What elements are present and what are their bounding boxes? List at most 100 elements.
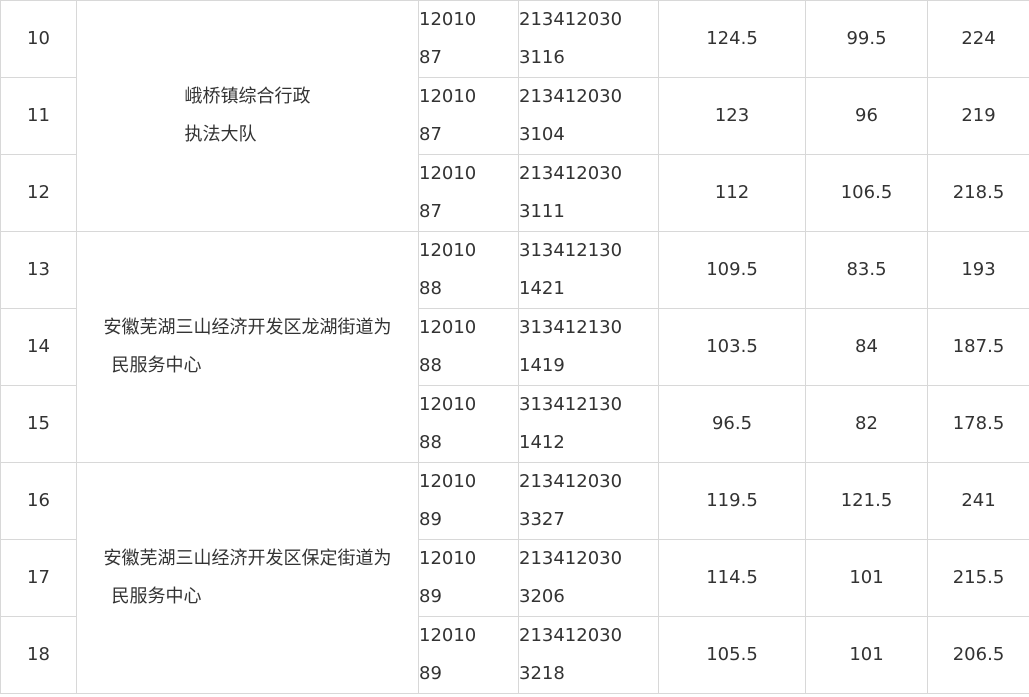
total-score: 224 — [927, 0, 1029, 78]
row-number: 14 — [0, 308, 77, 386]
row-number: 11 — [0, 77, 77, 155]
row-number: 12 — [0, 154, 77, 232]
ticket-number-line1: 213412030 — [519, 548, 623, 569]
job-code-line1: 12010 — [419, 240, 477, 261]
unit-name-cell: 安徽芜湖三山经济开发区保定街道为 民服务中心 — [76, 462, 419, 694]
written-score: 103.5 — [658, 308, 806, 386]
ticket-number-cell: 213412030 3327 — [518, 462, 659, 540]
job-code-line1: 12010 — [419, 548, 477, 569]
ticket-number-cell: 213412030 3116 — [518, 0, 659, 78]
unit-name-line1: 峨桥镇综合行政 — [184, 86, 311, 107]
interview-score: 84 — [805, 308, 928, 386]
job-code-cell: 12010 88 — [418, 385, 519, 463]
ticket-number-cell: 313412130 1421 — [518, 231, 659, 309]
job-code-cell: 12010 89 — [418, 539, 519, 617]
job-code-cell: 12010 87 — [418, 0, 519, 78]
total-score: 193 — [927, 231, 1029, 309]
job-code-line2: 88 — [419, 355, 442, 376]
ticket-number-line1: 213412030 — [519, 625, 623, 646]
written-score: 105.5 — [658, 616, 806, 694]
ticket-number-line1: 213412030 — [519, 9, 623, 30]
written-score: 114.5 — [658, 539, 806, 617]
job-code-line2: 88 — [419, 432, 442, 453]
unit-name-cell: 峨桥镇综合行政 执法大队 — [76, 0, 419, 232]
job-code-line1: 12010 — [419, 9, 477, 30]
results-table: 10 峨桥镇综合行政 执法大队 12010 87 213412030 3116 12… — [0, 0, 1029, 694]
interview-score: 96 — [805, 77, 928, 155]
ticket-number-cell: 213412030 3218 — [518, 616, 659, 694]
job-code-line1: 12010 — [419, 625, 477, 646]
ticket-number-line2: 3116 — [519, 47, 565, 68]
ticket-number-line1: 313412130 — [519, 240, 623, 261]
job-code-line1: 12010 — [419, 317, 477, 338]
ticket-number-line2: 3206 — [519, 586, 565, 607]
written-score: 112 — [658, 154, 806, 232]
interview-score: 121.5 — [805, 462, 928, 540]
row-number: 16 — [0, 462, 77, 540]
interview-score: 101 — [805, 539, 928, 617]
ticket-number-line2: 1419 — [519, 355, 565, 376]
job-code-line1: 12010 — [419, 471, 477, 492]
ticket-number-cell: 313412130 1419 — [518, 308, 659, 386]
ticket-number-line1: 213412030 — [519, 163, 623, 184]
written-score: 124.5 — [658, 0, 806, 78]
table-row: 16 安徽芜湖三山经济开发区保定街道为 民服务中心 12010 89 213412… — [0, 462, 1029, 694]
total-score: 218.5 — [927, 154, 1029, 232]
row-number: 13 — [0, 231, 77, 309]
unit-name-line2: 民服务中心 — [111, 355, 202, 376]
ticket-number-line1: 213412030 — [519, 86, 623, 107]
job-code-line2: 89 — [419, 509, 442, 530]
written-score: 109.5 — [658, 231, 806, 309]
unit-name-line2: 执法大队 — [184, 124, 257, 145]
ticket-number-cell: 213412030 3206 — [518, 539, 659, 617]
written-score: 119.5 — [658, 462, 806, 540]
total-score: 215.5 — [927, 539, 1029, 617]
job-code-cell: 12010 87 — [418, 154, 519, 232]
job-code-cell: 12010 87 — [418, 77, 519, 155]
job-code-line2: 87 — [419, 201, 442, 222]
job-code-cell: 12010 88 — [418, 231, 519, 309]
written-score: 123 — [658, 77, 806, 155]
unit-name-line1: 安徽芜湖三山经济开发区保定街道为 — [103, 548, 392, 569]
written-score: 96.5 — [658, 385, 806, 463]
ticket-number-line2: 3218 — [519, 663, 565, 684]
total-score: 206.5 — [927, 616, 1029, 694]
interview-score: 83.5 — [805, 231, 928, 309]
job-code-line2: 87 — [419, 47, 442, 68]
job-code-line1: 12010 — [419, 86, 477, 107]
ticket-number-line2: 3104 — [519, 124, 565, 145]
unit-name: 安徽芜湖三山经济开发区保定街道为 民服务中心 — [104, 540, 392, 616]
row-number: 17 — [0, 539, 77, 617]
ticket-number-cell: 213412030 3104 — [518, 77, 659, 155]
interview-score: 99.5 — [805, 0, 928, 78]
job-code-line1: 12010 — [419, 394, 477, 415]
row-number: 10 — [0, 0, 77, 78]
ticket-number-line2: 3111 — [519, 201, 565, 222]
unit-name: 安徽芜湖三山经济开发区龙湖街道为 民服务中心 — [104, 309, 392, 385]
job-code-line2: 88 — [419, 278, 442, 299]
job-code-cell: 12010 89 — [418, 462, 519, 540]
ticket-number-line2: 3327 — [519, 509, 565, 530]
total-score: 187.5 — [927, 308, 1029, 386]
ticket-number-line2: 1412 — [519, 432, 565, 453]
job-code-line2: 87 — [419, 124, 442, 145]
table-body: 10 峨桥镇综合行政 执法大队 12010 87 213412030 3116 12… — [0, 0, 1029, 694]
ticket-number-cell: 213412030 3111 — [518, 154, 659, 232]
row-number: 15 — [0, 385, 77, 463]
interview-score: 106.5 — [805, 154, 928, 232]
total-score: 241 — [927, 462, 1029, 540]
ticket-number-line1: 313412130 — [519, 317, 623, 338]
total-score: 178.5 — [927, 385, 1029, 463]
interview-score: 82 — [805, 385, 928, 463]
ticket-number-line2: 1421 — [519, 278, 565, 299]
table-row: 10 峨桥镇综合行政 执法大队 12010 87 213412030 3116 12… — [0, 0, 1029, 232]
unit-name-cell: 安徽芜湖三山经济开发区龙湖街道为 民服务中心 — [76, 231, 419, 463]
job-code-line1: 12010 — [419, 163, 477, 184]
job-code-cell: 12010 88 — [418, 308, 519, 386]
ticket-number-line1: 213412030 — [519, 471, 623, 492]
job-code-cell: 12010 89 — [418, 616, 519, 694]
row-number: 18 — [0, 616, 77, 694]
ticket-number-cell: 313412130 1412 — [518, 385, 659, 463]
unit-name-line2: 民服务中心 — [111, 586, 202, 607]
unit-name: 峨桥镇综合行政 执法大队 — [185, 78, 311, 154]
